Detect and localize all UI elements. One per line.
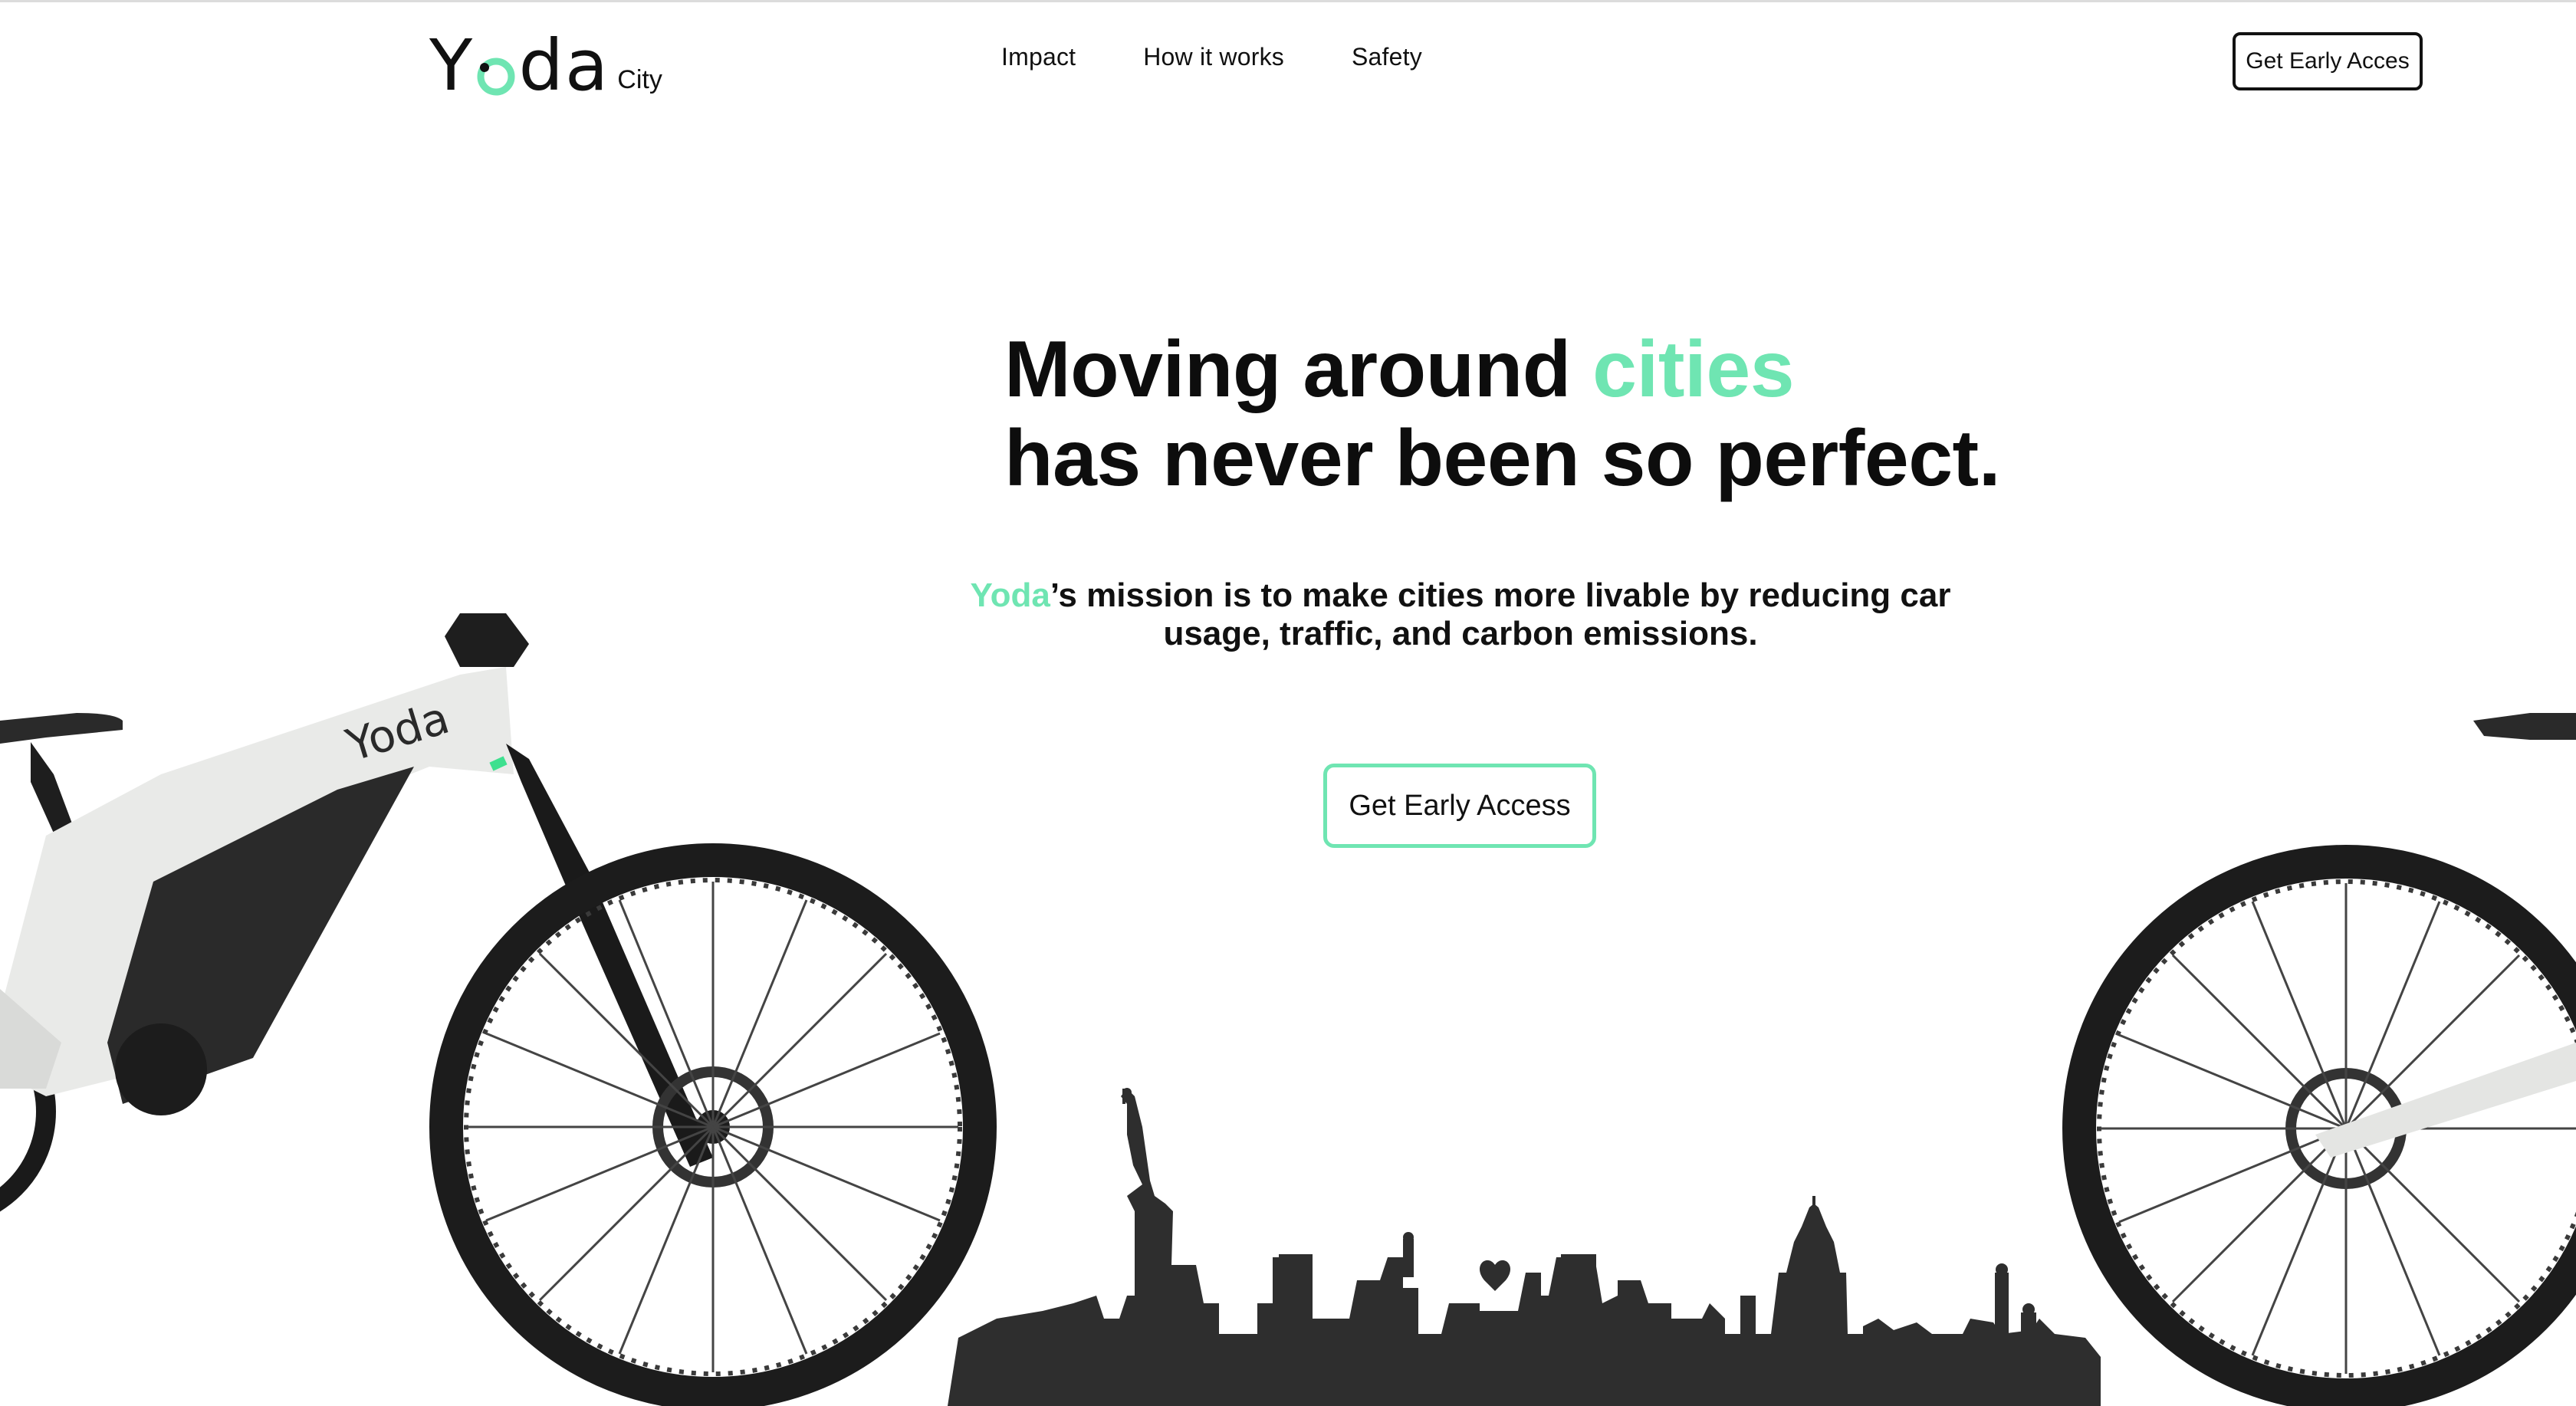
left-bike-icon [0,613,997,1406]
landing-page: Yoda City Impact How it works Safety Get… [0,0,2576,1406]
headline-line1: Moving around [1004,325,1593,414]
hero-illustration [0,613,2576,1406]
hero-headline: Moving around cities has never been so p… [1004,325,2001,503]
right-bike-icon [2062,713,2576,1406]
mission-text: ’s mission is to make cities more livabl… [1050,577,1951,652]
city-skyline-icon [948,1088,2101,1406]
mission-statement: Yoda’s mission is to make cities more li… [951,577,1970,653]
mission-brand: Yoda [970,577,1050,614]
hero-early-access-button[interactable]: Get Early Access [1323,764,1596,848]
headline-line2: has never been so perfect. [1004,414,2001,503]
headline-accent-word: cities [1592,325,1795,414]
